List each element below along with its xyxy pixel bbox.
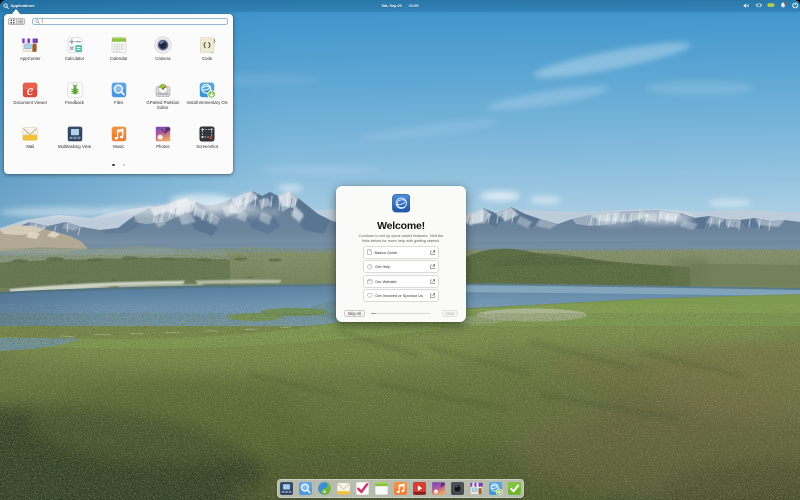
svg-text:?: ? [369, 265, 371, 269]
svg-text:e: e [27, 83, 34, 99]
